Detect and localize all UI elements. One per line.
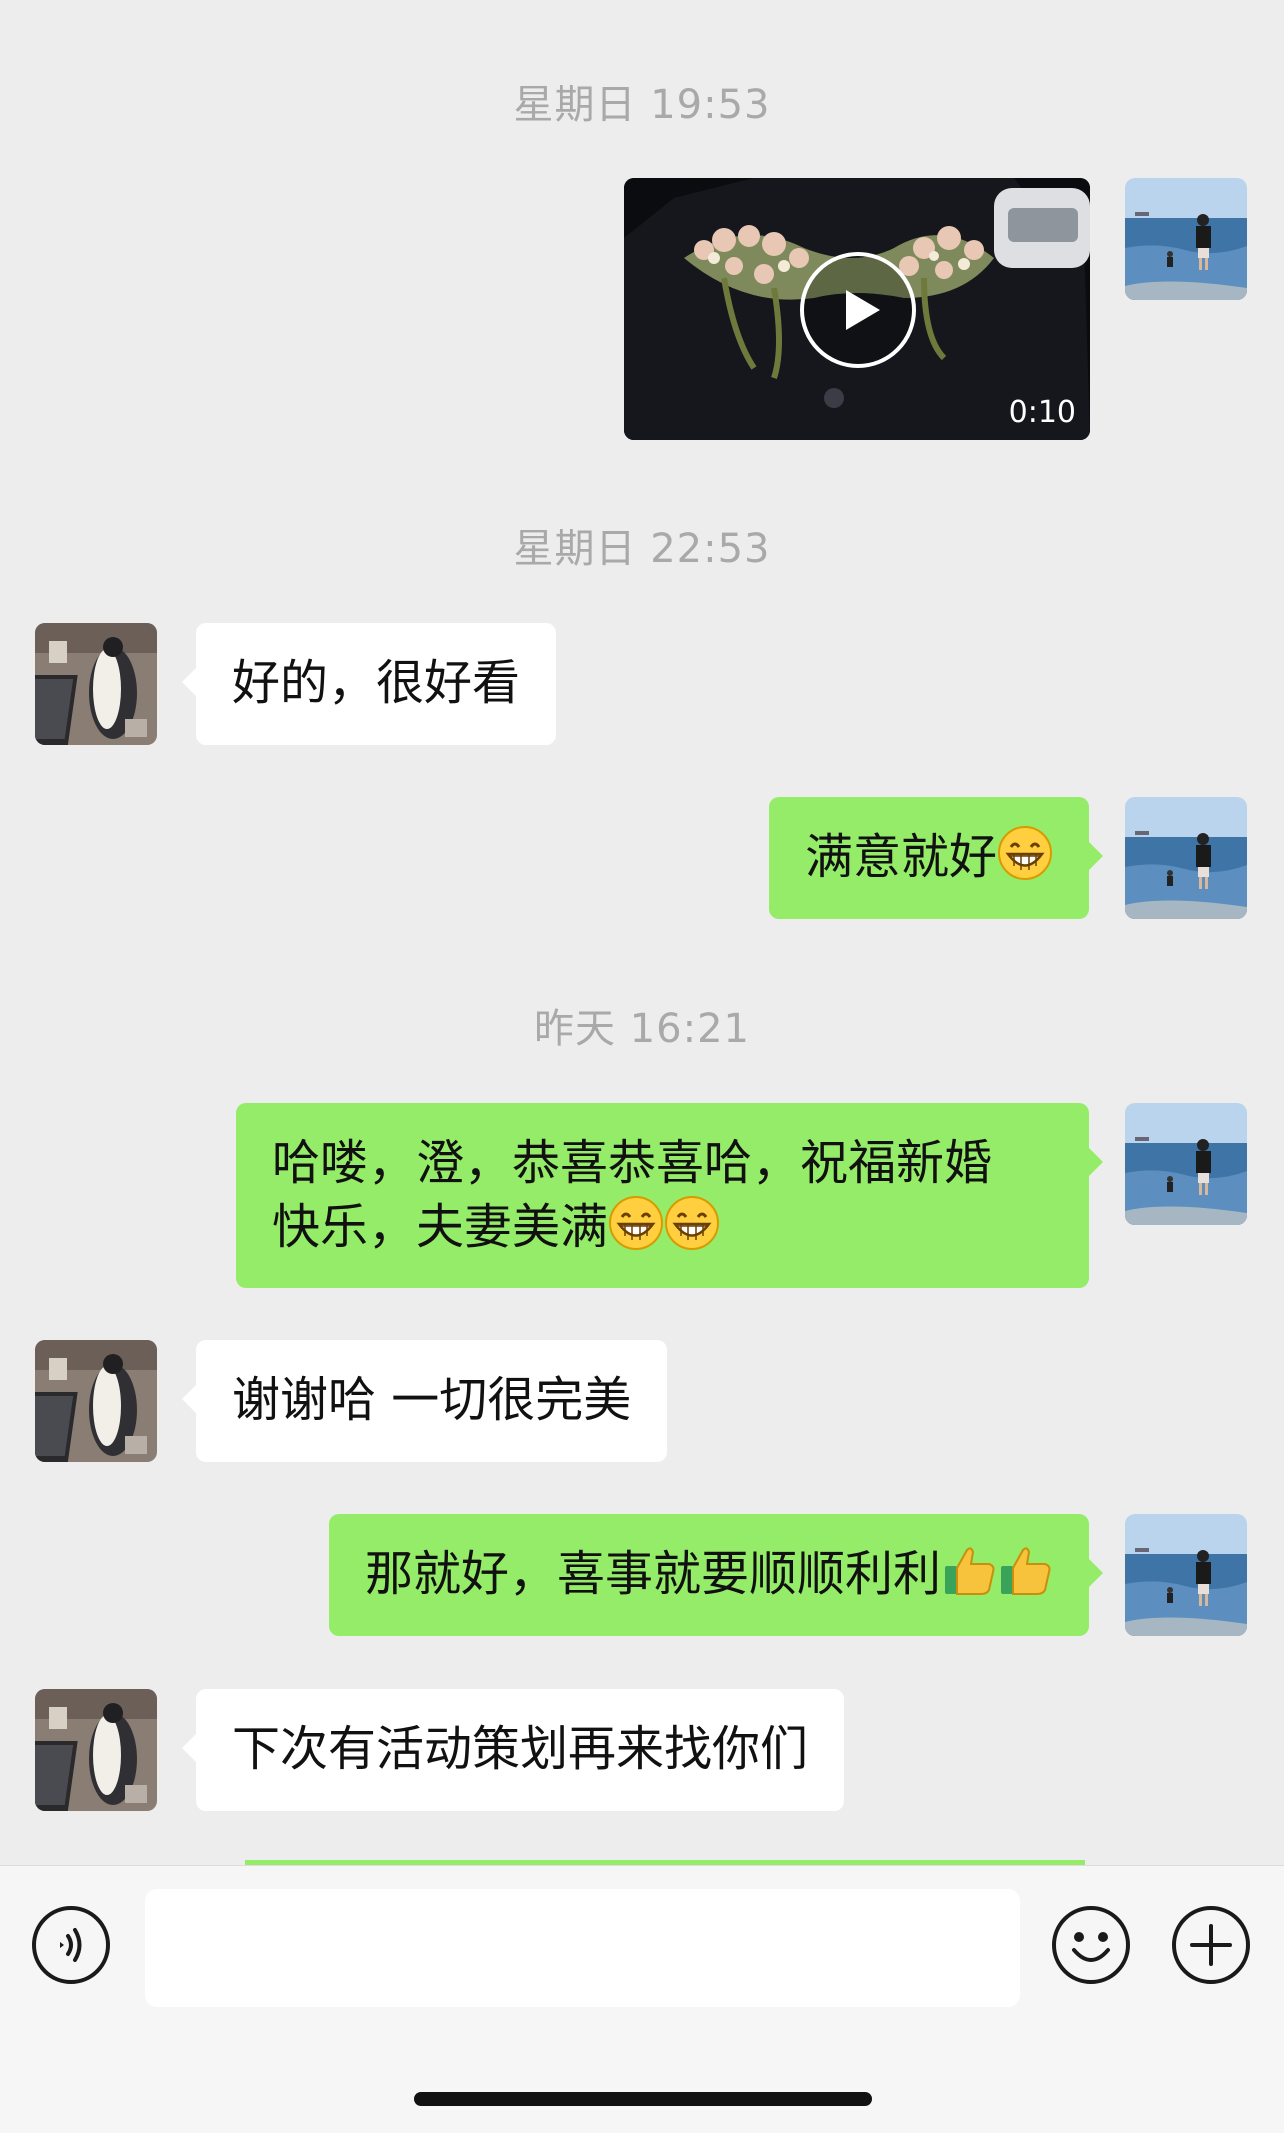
contact-avatar[interactable] bbox=[35, 1689, 157, 1811]
my-avatar[interactable] bbox=[1125, 178, 1247, 300]
timestamp: 星期日 22:53 bbox=[513, 526, 771, 572]
message-bubble[interactable]: 谢谢哈 一切很完美 bbox=[181, 1340, 668, 1462]
message-bubble[interactable]: 下次有活动策划再来找你们 bbox=[181, 1689, 845, 1811]
message-bubble[interactable]: 好的，很好看 bbox=[181, 623, 557, 745]
contact-avatar[interactable] bbox=[35, 1340, 157, 1462]
my-avatar[interactable] bbox=[1125, 797, 1247, 919]
my-avatar[interactable] bbox=[1125, 1103, 1247, 1225]
thumbs-up-emoji bbox=[941, 1542, 997, 1598]
voice-icon[interactable] bbox=[30, 1904, 112, 1986]
chat-area[interactable]: 星期日 19:53 0:10 星期日 22:53 好的，很好看 满意就好 昨天 … bbox=[0, 0, 1284, 1865]
my-avatar[interactable] bbox=[1125, 1514, 1247, 1636]
video-message[interactable]: 0:10 bbox=[624, 178, 1090, 440]
input-toolbar bbox=[0, 1865, 1284, 2133]
plus-icon[interactable] bbox=[1170, 1904, 1252, 1986]
emoji-icon[interactable] bbox=[1050, 1904, 1132, 1986]
play-icon[interactable] bbox=[798, 250, 918, 370]
message-text: 满意就好 bbox=[804, 829, 997, 885]
message-text: 那就好，喜事就要顺顺利利 bbox=[364, 1546, 941, 1602]
message-text: 谢谢哈 一切很完美 bbox=[232, 1372, 632, 1428]
thumbs-up-emoji bbox=[997, 1542, 1053, 1598]
message-bubble[interactable]: 哈喽，澄，恭喜恭喜哈，祝福新婚 快乐，夫妻美满 bbox=[236, 1103, 1103, 1288]
home-indicator[interactable] bbox=[414, 2092, 872, 2106]
grin-emoji bbox=[664, 1195, 720, 1251]
video-duration: 0:10 bbox=[1008, 395, 1076, 430]
message-text: 下次有活动策划再来找你们 bbox=[232, 1721, 809, 1777]
message-bubble[interactable]: 满意就好 bbox=[768, 797, 1104, 919]
timestamp: 昨天 16:21 bbox=[534, 1006, 750, 1052]
message-bubble[interactable]: 那就好，喜事就要顺顺利利 bbox=[328, 1514, 1104, 1636]
timestamp: 星期日 19:53 bbox=[513, 82, 771, 128]
message-input[interactable] bbox=[145, 1889, 1020, 2007]
grin-emoji bbox=[997, 825, 1053, 881]
contact-avatar[interactable] bbox=[35, 623, 157, 745]
message-text: 好的，很好看 bbox=[232, 655, 521, 711]
grin-emoji bbox=[608, 1195, 664, 1251]
